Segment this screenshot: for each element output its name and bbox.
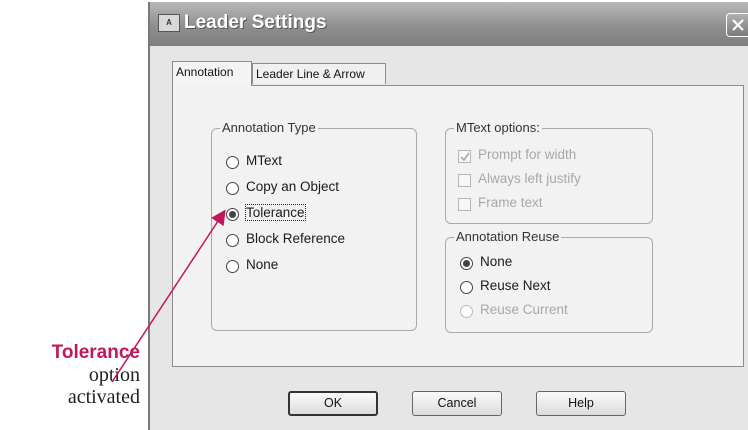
annotation-type-legend: Annotation Type [220,120,318,135]
option-mtext-label[interactable]: MText [246,153,282,168]
checkbox-frame-text[interactable] [458,198,471,211]
option-always-left-justify-label: Always left justify [478,171,581,186]
leader-settings-dialog: A Leader Settings Annotation Leader Line… [148,2,748,430]
option-block-reference-label[interactable]: Block Reference [246,231,345,246]
checkbox-always-left-justify[interactable] [458,174,471,187]
option-prompt-for-width-label: Prompt for width [478,147,577,162]
tab-annotation[interactable]: Annotation [172,61,252,86]
tab-leader-line-arrow[interactable]: Leader Line & Arrow [252,63,386,84]
radio-reuse-next[interactable] [460,281,473,294]
option-tolerance-label[interactable]: Tolerance [245,204,306,221]
tolerance-callout: Tolerance option activated [0,342,140,408]
radio-mtext[interactable] [226,156,239,169]
annotation-reuse-group: Annotation Reuse None Reuse Next Reuse C… [445,229,653,333]
autocad-app-icon: A [158,14,180,32]
checkmark-icon [460,152,470,162]
cancel-button[interactable]: Cancel [412,391,502,416]
radio-selected-dot [463,260,470,267]
close-button[interactable] [726,13,748,37]
mtext-options-legend: MText options: [454,120,542,135]
radio-selected-dot [229,211,236,218]
callout-line-3: activated [67,386,140,408]
option-reuse-next-label[interactable]: Reuse Next [480,278,551,293]
callout-line-2: option [88,364,140,386]
radio-block-reference[interactable] [226,234,239,247]
annotation-reuse-legend: Annotation Reuse [454,229,562,244]
radio-copy-an-object[interactable] [226,182,239,195]
annotation-type-group: Annotation Type MText Copy an Object Tol… [211,120,417,331]
title-bar[interactable]: A Leader Settings [150,2,748,46]
radio-none[interactable] [226,260,239,273]
option-copy-an-object-label[interactable]: Copy an Object [246,179,339,194]
checkbox-prompt-for-width[interactable] [458,150,471,163]
radio-reuse-current[interactable] [460,305,473,318]
callout-title: Tolerance [51,342,140,363]
dialog-title: Leader Settings [184,12,327,33]
option-reuse-none-label[interactable]: None [480,254,512,269]
radio-reuse-none[interactable] [460,257,473,270]
ok-button[interactable]: OK [288,391,378,416]
radio-tolerance[interactable] [226,208,239,221]
option-none-label[interactable]: None [246,257,278,272]
option-reuse-current-label: Reuse Current [480,302,568,317]
annotation-tab-panel: Annotation Type MText Copy an Object Tol… [172,85,744,367]
option-frame-text-label: Frame text [478,195,543,210]
help-button[interactable]: Help [536,391,626,416]
mtext-options-group: MText options: Prompt for width Always l… [445,120,653,224]
close-icon [732,19,744,31]
